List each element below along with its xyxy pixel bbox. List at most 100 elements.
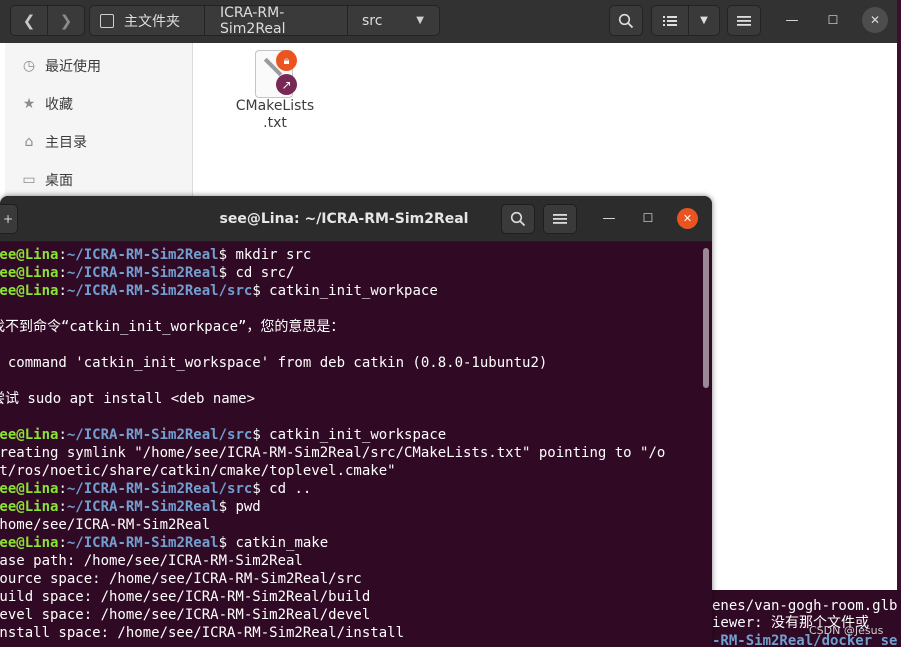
places-sidebar: ◷ 最近使用 ★ 收藏 ⌂ 主目录 ▭ 桌面: [5, 43, 193, 203]
sidebar-item-home[interactable]: ⌂ 主目录: [5, 124, 193, 160]
prompt-user: see@Lina: [0, 535, 59, 551]
prompt-path: ~/ICRA-RM-Sim2Real/src: [66, 481, 253, 497]
terminal-line: see@Lina:~/ICRA-RM-Sim2Real$ pwd: [0, 498, 261, 516]
breadcrumb-src[interactable]: src ▼: [348, 5, 440, 36]
breadcrumb-home[interactable]: 主文件夹: [89, 5, 205, 36]
terminal-line: Creating symlink "/home/see/ICRA-RM-Sim2…: [0, 444, 665, 462]
background-terminal[interactable]: enes/van-gogh-room.glb iewer: 没有那个文件或 -R…: [712, 590, 901, 647]
terminal-title: see@Lina: ~/ICRA-RM-Sim2Real: [219, 211, 469, 227]
prompt-separator: :: [58, 535, 67, 551]
terminal-text: Source space: /home/see/ICRA-RM-Sim2Real…: [0, 571, 362, 587]
terminal-line: Build space: /home/see/ICRA-RM-Sim2Real/…: [0, 588, 370, 606]
terminal-text: Build space: /home/see/ICRA-RM-Sim2Real/…: [0, 589, 371, 605]
file-item-cmakelists[interactable]: 🔒︎ ↗: [254, 48, 298, 100]
prompt-user: see@Lina: [0, 499, 59, 515]
terminal-line: /home/see/ICRA-RM-Sim2Real: [0, 516, 210, 534]
maximize-icon: ☐: [827, 13, 839, 27]
background-window-edge: [897, 0, 901, 590]
breadcrumb-src-label: src: [362, 12, 383, 29]
terminal-line: command 'catkin_init_workspace' from deb…: [0, 354, 547, 372]
symlink-arrow-icon: ↗: [276, 74, 297, 95]
caret-down-icon: ▼: [416, 15, 424, 26]
chevron-right-icon: ❯: [59, 11, 73, 30]
terminal-close-button[interactable]: ✕: [677, 208, 698, 229]
terminal-line: see@Lina:~/ICRA-RM-Sim2Real/src$ catkin_…: [0, 282, 438, 300]
sidebar-item-starred[interactable]: ★ 收藏: [5, 86, 193, 122]
main-menu-button[interactable]: [727, 5, 761, 36]
terminal-text: Base path: /home/see/ICRA-RM-Sim2Real: [0, 553, 303, 569]
home-icon: ⌂: [24, 134, 34, 150]
terminal-line: 尝试 sudo apt install <deb name>: [0, 390, 255, 408]
prompt-path: ~/ICRA-RM-Sim2Real/src: [66, 427, 253, 443]
terminal-text: Install space: /home/see/ICRA-RM-Sim2Rea…: [0, 625, 405, 641]
maximize-button[interactable]: ☐: [820, 7, 846, 33]
hamburger-menu-icon: [737, 15, 751, 26]
breadcrumb-repo[interactable]: ICRA-RM-Sim2Real: [205, 4, 348, 37]
terminal-line: see@Lina:~/ICRA-RM-Sim2Real/src$ catkin_…: [0, 426, 446, 444]
view-options-button[interactable]: ▼: [688, 5, 720, 36]
new-tab-icon: +: [2, 212, 13, 226]
prompt-path: ~/ICRA-RM-Sim2Real: [66, 247, 219, 263]
sidebar-item-label: 桌面: [45, 173, 73, 189]
prompt-path: ~/ICRA-RM-Sim2Real/src: [66, 283, 253, 299]
terminal-text: $ pwd: [218, 499, 261, 515]
terminal-text: $ catkin_init_workspace: [252, 427, 447, 443]
chevron-down-icon: ▼: [700, 15, 708, 26]
file-name-label[interactable]: CMakeLists .txt: [225, 98, 325, 132]
forward-button[interactable]: ❯: [47, 5, 85, 36]
terminal-line: see@Lina:~/ICRA-RM-Sim2Real/src$ cd ..: [0, 480, 311, 498]
lock-icon: 🔒︎: [276, 50, 297, 71]
prompt-user: see@Lina: [0, 265, 59, 281]
sidebar-item-recent[interactable]: ◷ 最近使用: [5, 48, 193, 84]
terminal-text: 尝试 sudo apt install <deb name>: [0, 391, 256, 407]
search-icon: [510, 211, 526, 227]
chevron-left-icon: ❮: [22, 11, 36, 30]
maximize-icon: ☐: [642, 211, 654, 225]
prompt-separator: :: [58, 481, 67, 497]
list-icon: [663, 15, 677, 26]
minimize-icon: —: [785, 12, 799, 28]
terminal-text: Devel space: /home/see/ICRA-RM-Sim2Real/…: [0, 607, 371, 623]
terminal-scrollbar[interactable]: [703, 248, 709, 388]
terminal-text: $ cd ..: [252, 481, 312, 497]
hamburger-menu-icon: [553, 214, 567, 224]
terminal-output[interactable]: see@Lina:~/ICRA-RM-Sim2Real$ mkdir srcse…: [0, 246, 704, 647]
prompt-path: ~/ICRA-RM-Sim2Real: [66, 535, 219, 551]
desktop-icon: ▭: [22, 172, 36, 188]
clock-icon: ◷: [22, 58, 36, 74]
terminal-text: command 'catkin_init_workspace' from deb…: [0, 355, 548, 371]
sidebar-item-desktop[interactable]: ▭ 桌面: [5, 162, 193, 198]
prompt-user: see@Lina: [0, 481, 59, 497]
terminal-menu-button[interactable]: [543, 204, 577, 234]
back-button[interactable]: ❮: [10, 5, 48, 36]
terminal-line: enes/van-gogh-room.glb: [712, 598, 898, 614]
terminal-minimize-button[interactable]: —: [597, 206, 621, 230]
terminal-text: /home/see/ICRA-RM-Sim2Real: [0, 517, 211, 533]
minimize-button[interactable]: —: [779, 7, 805, 33]
breadcrumb-home-label: 主文件夹: [124, 13, 180, 30]
breadcrumb-repo-label: ICRA-RM-Sim2Real: [220, 4, 286, 37]
home-folder-icon: [100, 13, 114, 28]
terminal-search-button[interactable]: [501, 204, 535, 234]
terminal-line: see@Lina:~/ICRA-RM-Sim2Real$ cd src/: [0, 264, 294, 282]
close-button[interactable]: ✕: [862, 7, 888, 33]
terminal-line: see@Lina:~/ICRA-RM-Sim2Real$ mkdir src: [0, 246, 311, 264]
watermark: CSDN @Jesus: [809, 624, 884, 637]
sidebar-item-label: 收藏: [45, 97, 73, 113]
path-bar: 主文件夹 ICRA-RM-Sim2Real src ▼: [89, 4, 440, 37]
terminal-text: Creating symlink "/home/see/ICRA-RM-Sim2…: [0, 445, 666, 461]
terminal-maximize-button[interactable]: ☐: [636, 206, 660, 230]
prompt-user: see@Lina: [0, 427, 59, 443]
terminal-line: see@Lina:~/ICRA-RM-Sim2Real$ catkin_make: [0, 534, 328, 552]
file-manager-headerbar: ❮ ❯ 主文件夹 ICRA-RM-Sim2Real src ▼ ▼ — ☐ ✕: [0, 0, 897, 43]
prompt-separator: :: [58, 283, 67, 299]
search-icon: [618, 13, 634, 28]
list-view-button[interactable]: [651, 5, 689, 36]
search-button[interactable]: [609, 5, 643, 36]
terminal-line: Base path: /home/see/ICRA-RM-Sim2Real: [0, 552, 303, 570]
new-tab-button[interactable]: +: [0, 204, 18, 234]
prompt-separator: :: [58, 265, 67, 281]
terminal-text: $ catkin_make: [218, 535, 329, 551]
terminal-text: 找不到命令“catkin_init_workpace”，您的意思是：: [0, 319, 345, 335]
terminal-line: 找不到命令“catkin_init_workpace”，您的意思是：: [0, 318, 344, 336]
